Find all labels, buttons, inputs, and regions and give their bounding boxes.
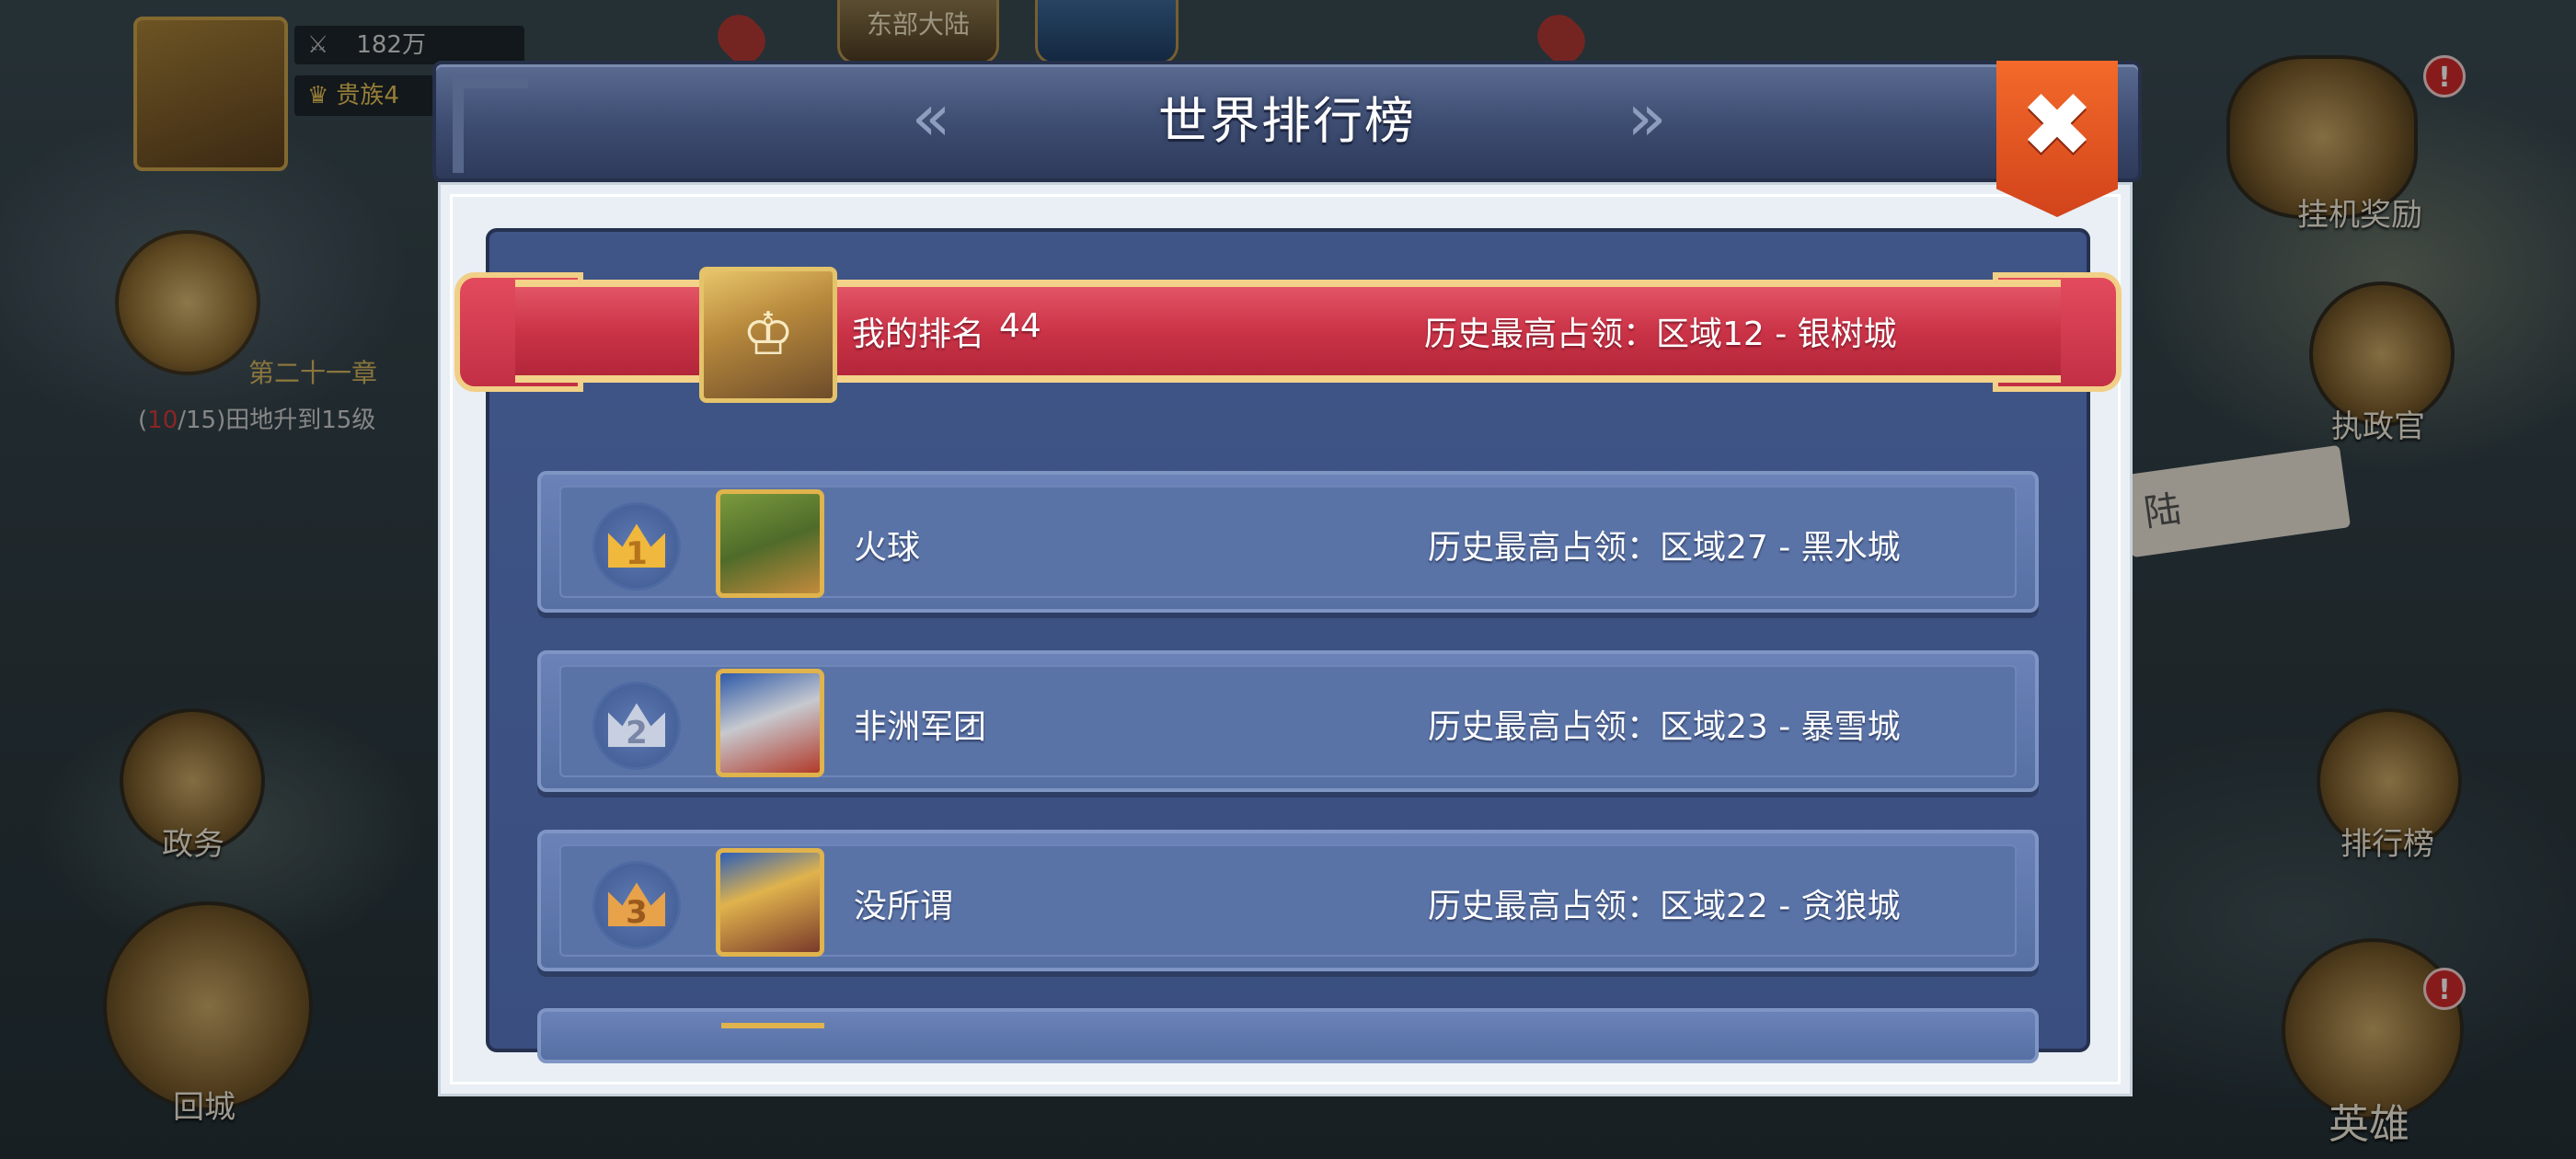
crown-badge: 1 [592, 502, 681, 591]
rank-number: 3 [626, 894, 648, 931]
double-chevron-left-icon[interactable]: « [894, 83, 968, 156]
player-avatar[interactable] [716, 848, 824, 957]
crown-badge: 2 [592, 682, 681, 770]
rank-row-3[interactable]: 3 没所谓 历史最高占领：区域22 - 贪狼城 [537, 830, 2039, 971]
avatar-frame-edge [721, 1023, 824, 1028]
player-name: 火球 [854, 529, 921, 567]
hero-portrait-icon: ♔ [742, 301, 795, 369]
double-chevron-right-icon[interactable]: » [1610, 83, 1684, 156]
crown-badge: 3 [592, 861, 681, 949]
player-name: 非洲军团 [854, 708, 987, 746]
my-rank-label: 我的排名 [852, 316, 985, 353]
rank-number: 1 [626, 535, 648, 572]
modal-header: 世界排行榜 « » [432, 61, 2142, 182]
my-rank-history: 历史最高占领：区域12 - 银树城 [1424, 316, 1897, 353]
my-avatar[interactable]: ♔ [699, 267, 837, 403]
history-occupation: 历史最高占领：区域27 - 黑水城 [1428, 529, 1901, 567]
player-avatar[interactable] [716, 489, 824, 598]
rank-row-2[interactable]: 2 非洲军团 历史最高占领：区域23 - 暴雪城 [537, 650, 2039, 792]
rank-number: 2 [626, 715, 648, 752]
my-rank-value: 44 [999, 307, 1041, 345]
rank-row-4-partial[interactable] [537, 1008, 2039, 1063]
close-button[interactable]: ✖ [1996, 61, 2118, 217]
history-occupation: 历史最高占领：区域23 - 暴雪城 [1428, 708, 1901, 746]
player-name: 没所谓 [854, 888, 954, 925]
close-x-icon: ✖ [2019, 74, 2095, 177]
rank-row-1[interactable]: 1 火球 历史最高占领：区域27 - 黑水城 [537, 471, 2039, 613]
history-occupation: 历史最高占领：区域22 - 贪狼城 [1428, 888, 1901, 925]
player-avatar[interactable] [716, 669, 824, 777]
modal-title: 世界排行榜 [1158, 92, 1416, 150]
